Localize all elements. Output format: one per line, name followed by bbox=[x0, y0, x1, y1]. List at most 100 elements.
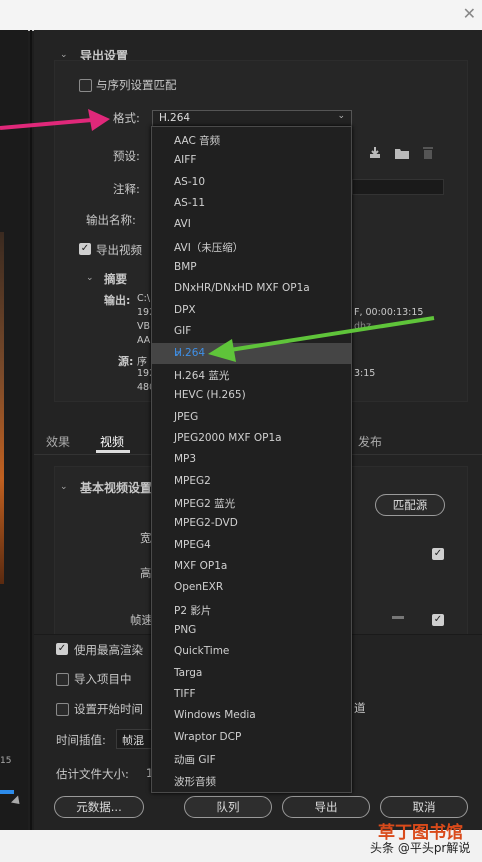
format-menu-item-label: AVI bbox=[174, 218, 191, 231]
panel-divider bbox=[30, 30, 32, 830]
window-title-bar bbox=[0, 0, 482, 31]
tab-video[interactable]: 视频 bbox=[100, 433, 124, 450]
time-interpolation-label: 时间插值: bbox=[56, 733, 106, 747]
max-render-label: 使用最高渲染 bbox=[74, 643, 143, 657]
format-menu-item[interactable]: PNG bbox=[152, 620, 351, 641]
delete-preset-icon[interactable] bbox=[422, 145, 434, 160]
format-menu-item-label: JPEG bbox=[174, 410, 199, 423]
output-line-3: VB bbox=[137, 321, 151, 332]
format-menu-item-label: JPEG2000 MXF OP1a bbox=[174, 431, 282, 444]
format-menu-item[interactable]: DNxHR/DNxHD MXF OP1a bbox=[152, 278, 351, 299]
timeline-playhead-bar[interactable] bbox=[0, 790, 14, 794]
format-menu-item-label: MPEG2 bbox=[174, 474, 211, 487]
format-menu-item[interactable]: AS-10 bbox=[152, 172, 351, 193]
collapse-chevron-icon[interactable]: ⌄ bbox=[60, 50, 68, 60]
format-menu-item[interactable]: MPEG2 蓝光 bbox=[152, 492, 351, 513]
format-menu-item[interactable]: AVI（未压缩） bbox=[152, 236, 351, 257]
frame-rate-label: 帧速 bbox=[130, 613, 153, 627]
format-menu-item[interactable]: Windows Media bbox=[152, 705, 351, 726]
preview-image bbox=[0, 232, 4, 584]
preset-label: 预设: bbox=[113, 149, 140, 163]
format-menu-item-label: AS-11 bbox=[174, 197, 205, 210]
format-menu-item-label: AAC 音频 bbox=[174, 135, 221, 147]
format-menu-item[interactable]: MPEG2 bbox=[152, 471, 351, 492]
format-menu-item[interactable]: HEVC (H.265) bbox=[152, 385, 351, 406]
width-checkbox[interactable]: ✓ bbox=[432, 548, 444, 560]
pink-annotation-arrow bbox=[0, 109, 110, 131]
format-menu-item[interactable]: MPEG4 bbox=[152, 535, 351, 556]
format-menu-item-label: Wraptor DCP bbox=[174, 730, 242, 743]
comments-field[interactable] bbox=[352, 179, 444, 195]
output-label: 输出: bbox=[104, 294, 131, 307]
format-menu-item-label: OpenEXR bbox=[174, 581, 224, 594]
format-menu-item[interactable]: P2 影片 bbox=[152, 599, 351, 620]
chevron-down-icon: ⌄ bbox=[337, 111, 345, 121]
output-name-label: 输出名称: bbox=[86, 213, 136, 227]
format-menu-item[interactable]: AIFF bbox=[152, 150, 351, 171]
format-menu-item-label: 动画 GIF bbox=[174, 754, 216, 767]
format-menu-item[interactable]: JPEG bbox=[152, 407, 351, 428]
format-menu-item[interactable]: MXF OP1a bbox=[152, 556, 351, 577]
watermark-account: 头条 @平头pr解说 bbox=[370, 841, 471, 855]
time-interpolation-value: 帧混 bbox=[122, 734, 144, 747]
time-interpolation-dropdown[interactable]: 帧混 bbox=[116, 729, 152, 749]
format-menu-item[interactable]: 动画 GIF bbox=[152, 748, 351, 769]
export-video-checkbox[interactable]: ✓ bbox=[79, 243, 91, 255]
import-project-label: 导入项目中 bbox=[74, 672, 132, 686]
format-dropdown-value: H.264 bbox=[159, 112, 191, 124]
format-menu-item-label: AVI（未压缩） bbox=[174, 241, 244, 254]
format-menu-item-label: MPEG2 蓝光 bbox=[174, 497, 236, 510]
format-menu-item[interactable]: AAC 音频 bbox=[152, 129, 351, 150]
format-menu-item[interactable]: MPEG2-DVD bbox=[152, 513, 351, 534]
summary-title: 摘要 bbox=[104, 272, 127, 286]
export-button[interactable]: 导出 bbox=[282, 796, 370, 818]
format-menu-item-label: H.264 蓝光 bbox=[174, 369, 230, 382]
queue-button[interactable]: 队列 bbox=[184, 796, 272, 818]
format-menu-item-label: Targa bbox=[174, 666, 203, 679]
format-menu-item[interactable]: Targa bbox=[152, 663, 351, 684]
export-video-label: 导出视频 bbox=[96, 243, 142, 257]
format-menu-item-label: MPEG4 bbox=[174, 538, 211, 551]
format-menu-item[interactable]: TIFF bbox=[152, 684, 351, 705]
save-preset-icon[interactable] bbox=[368, 146, 382, 160]
format-menu-item-label: Windows Media bbox=[174, 709, 256, 722]
format-dropdown-menu: AAC 音频 AIFF AS-10 AS-11 AVI AVI（未压缩） BMP DNxHR/… bbox=[151, 126, 352, 793]
metadata-button[interactable]: 元数据... bbox=[54, 796, 144, 818]
format-menu-item[interactable]: JPEG2000 MXF OP1a bbox=[152, 428, 351, 449]
import-preset-icon[interactable] bbox=[394, 146, 410, 160]
tab-publish[interactable]: 发布 bbox=[358, 433, 382, 450]
frame-rate-arrow-icon[interactable] bbox=[392, 616, 404, 619]
format-menu-item[interactable]: OpenEXR bbox=[152, 577, 351, 598]
video-collapse-chevron-icon[interactable]: ⌄ bbox=[60, 482, 68, 492]
format-menu-item[interactable]: Wraptor DCP bbox=[152, 727, 351, 748]
render-alpha-label-partial: 道 bbox=[354, 701, 366, 715]
match-sequence-checkbox[interactable] bbox=[79, 79, 92, 92]
format-menu-item[interactable]: BMP bbox=[152, 257, 351, 278]
width-label: 宽 bbox=[140, 531, 152, 545]
format-menu-item-label: AIFF bbox=[174, 154, 197, 167]
format-menu-item-label: QuickTime bbox=[174, 645, 230, 658]
match-source-button[interactable]: 匹配源 bbox=[375, 494, 445, 516]
frame-rate-checkbox[interactable]: ✓ bbox=[432, 614, 444, 626]
format-menu-item[interactable]: QuickTime bbox=[152, 641, 351, 662]
format-menu-item-label: TIFF bbox=[174, 688, 196, 701]
format-menu-item[interactable]: AVI bbox=[152, 214, 351, 235]
height-label: 高 bbox=[140, 566, 152, 580]
estimated-size-label: 估计文件大小: bbox=[56, 767, 129, 781]
format-menu-item-label: HEVC (H.265) bbox=[174, 389, 246, 402]
close-icon[interactable]: ✕ bbox=[463, 4, 476, 23]
comments-label: 注释: bbox=[113, 182, 140, 196]
format-menu-item[interactable]: MP3 bbox=[152, 449, 351, 470]
set-start-timecode-checkbox[interactable] bbox=[56, 703, 69, 716]
set-start-timecode-label: 设置开始时间 bbox=[74, 702, 143, 716]
summary-chevron-icon[interactable]: ⌄ bbox=[86, 273, 94, 283]
format-menu-item[interactable]: 波形音频 bbox=[152, 770, 351, 791]
source-line-1: 序 bbox=[137, 357, 147, 368]
import-project-checkbox[interactable] bbox=[56, 673, 69, 686]
source-preview-panel bbox=[0, 30, 28, 830]
cancel-button[interactable]: 取消 bbox=[380, 796, 468, 818]
max-render-checkbox[interactable]: ✓ bbox=[56, 643, 68, 655]
format-menu-item[interactable]: AS-11 bbox=[152, 193, 351, 214]
tab-effects[interactable]: 效果 bbox=[46, 433, 70, 450]
format-menu-item-label: DNxHR/DNxHD MXF OP1a bbox=[174, 282, 310, 295]
